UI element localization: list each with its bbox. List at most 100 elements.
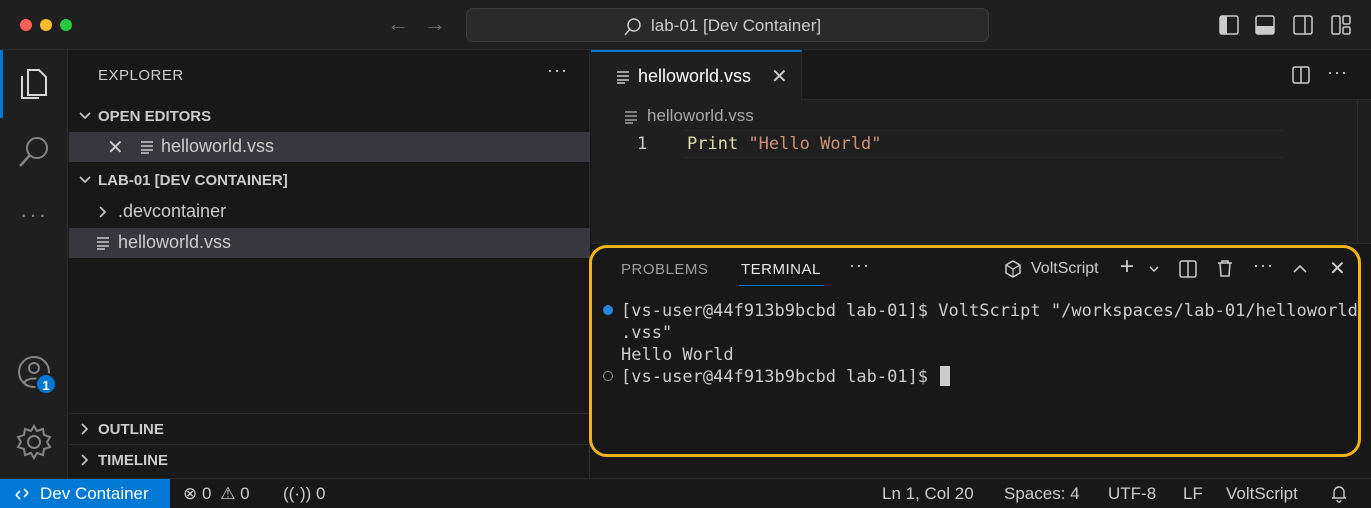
toggle-sidebar-icon[interactable] bbox=[1217, 13, 1241, 37]
ports-status[interactable]: ((·)) 0 bbox=[283, 484, 326, 504]
error-icon: ⊗ bbox=[183, 484, 198, 503]
active-tab-underline bbox=[739, 285, 824, 286]
window-title: lab-01 [Dev Container] bbox=[651, 16, 822, 35]
open-editor-label: helloworld.vss bbox=[161, 136, 275, 156]
code-string: "Hello World" bbox=[748, 134, 882, 154]
language-mode[interactable]: VoltScript bbox=[1226, 484, 1298, 504]
tab-label: helloworld.vss bbox=[638, 66, 752, 86]
active-indicator bbox=[0, 50, 3, 118]
notifications-bell-icon[interactable] bbox=[1330, 485, 1348, 503]
explorer-more-actions-icon[interactable]: ··· bbox=[547, 60, 568, 81]
indentation[interactable]: Spaces: 4 bbox=[1004, 484, 1080, 504]
warning-icon: ⚠ bbox=[220, 484, 236, 503]
maximize-window-button[interactable] bbox=[60, 19, 72, 31]
terminal-output[interactable]: [vs-user@44f913b9bcbd lab-01]$ VoltScrip… bbox=[621, 300, 1358, 388]
timeline-section-header[interactable]: TIMELINE bbox=[69, 447, 590, 475]
toggle-secondary-sidebar-icon[interactable] bbox=[1291, 13, 1315, 37]
terminal-line: [vs-user@44f913b9bcbd lab-01]$ VoltScrip… bbox=[621, 301, 1358, 321]
accounts-badge: 1 bbox=[35, 373, 57, 395]
file-lines-icon bbox=[141, 141, 153, 154]
close-icon[interactable]: ✕ bbox=[107, 135, 124, 160]
toggle-panel-icon[interactable] bbox=[1253, 13, 1277, 37]
panel-actions-more-icon[interactable]: ··· bbox=[1253, 255, 1274, 276]
command-success-dot bbox=[603, 305, 613, 315]
split-editor-icon[interactable] bbox=[1291, 65, 1311, 85]
file-lines-icon bbox=[97, 237, 109, 250]
file-label: helloworld.vss bbox=[118, 232, 232, 252]
chevron-right-icon bbox=[81, 454, 89, 466]
file-lines-icon bbox=[617, 71, 629, 84]
chevron-right-icon bbox=[99, 206, 107, 218]
divider bbox=[69, 444, 590, 445]
activity-bar: ··· 1 bbox=[0, 50, 68, 478]
file-lines-icon bbox=[625, 111, 637, 124]
file-helloworld[interactable]: helloworld.vss bbox=[69, 228, 590, 258]
chevron-right-icon bbox=[81, 423, 89, 435]
minimize-window-button[interactable] bbox=[40, 19, 52, 31]
settings-gear-icon[interactable] bbox=[14, 422, 54, 462]
close-tab-icon[interactable]: ✕ bbox=[771, 64, 788, 89]
terminal-profile-icon bbox=[1005, 260, 1021, 278]
remote-label: Dev Container bbox=[40, 484, 149, 503]
error-count: 0 bbox=[201, 484, 212, 503]
remote-icon bbox=[15, 488, 29, 500]
breadcrumb[interactable]: helloworld.vss bbox=[647, 106, 754, 126]
problems-status[interactable]: ⊗ 0 ⚠ 0 bbox=[183, 484, 250, 504]
tab-problems[interactable]: PROBLEMS bbox=[621, 261, 708, 278]
chevron-down-icon[interactable] bbox=[1148, 263, 1160, 275]
split-terminal-icon[interactable] bbox=[1178, 259, 1198, 279]
status-bar: Dev Container ⊗ 0 ⚠ 0 ((·)) 0 Ln 1, Col … bbox=[0, 478, 1371, 508]
trash-icon[interactable] bbox=[1215, 258, 1235, 278]
back-arrow-icon[interactable]: ← bbox=[387, 12, 409, 36]
command-pending-dot bbox=[603, 371, 613, 381]
code-keyword: Print bbox=[687, 134, 739, 154]
new-terminal-plus-icon[interactable]: + bbox=[1120, 253, 1134, 281]
terminal-name[interactable]: VoltScript bbox=[1031, 260, 1099, 278]
forward-arrow-icon[interactable]: → bbox=[424, 12, 446, 36]
close-window-button[interactable] bbox=[20, 19, 32, 31]
timeline-label: TIMELINE bbox=[98, 452, 168, 469]
explorer-sidebar: EXPLORER ··· OPEN EDITORS ✕ helloworld.v… bbox=[69, 50, 590, 478]
more-views-icon[interactable]: ··· bbox=[14, 202, 54, 242]
title-bar: ← → lab-01 [Dev Container] bbox=[0, 0, 1371, 50]
scrollbar[interactable] bbox=[1357, 100, 1371, 243]
warning-count: 0 bbox=[240, 484, 250, 503]
open-editors-label: OPEN EDITORS bbox=[98, 108, 212, 125]
line-number: 1 bbox=[637, 134, 648, 154]
remote-indicator[interactable]: Dev Container bbox=[0, 479, 170, 508]
folder-label: .devcontainer bbox=[118, 201, 227, 221]
maximize-panel-chevron-up-icon[interactable] bbox=[1291, 260, 1309, 278]
terminal-prompt-line: [vs-user@44f913b9bcbd lab-01]$ bbox=[621, 366, 1358, 388]
workspace-section-header[interactable]: LAB-01 [DEV CONTAINER] bbox=[69, 167, 590, 195]
terminal-cursor bbox=[940, 366, 951, 386]
outline-section-header[interactable]: OUTLINE bbox=[69, 416, 590, 444]
outline-label: OUTLINE bbox=[98, 421, 164, 438]
divider bbox=[69, 413, 590, 414]
end-of-line[interactable]: LF bbox=[1183, 484, 1203, 504]
encoding[interactable]: UTF-8 bbox=[1108, 484, 1156, 504]
code-line[interactable]: Print "Hello World" bbox=[687, 134, 882, 154]
editor-more-actions-icon[interactable]: ··· bbox=[1327, 62, 1348, 83]
broadcast-icon: ((·)) bbox=[283, 484, 312, 503]
editor-tabs: helloworld.vss ✕ ··· bbox=[591, 50, 1371, 101]
search-icon[interactable] bbox=[14, 132, 54, 172]
search-icon bbox=[624, 18, 641, 36]
chevron-down-icon bbox=[79, 176, 91, 184]
panel-more-icon[interactable]: ··· bbox=[849, 255, 870, 276]
workspace-label: LAB-01 [DEV CONTAINER] bbox=[98, 172, 288, 189]
tab-helloworld[interactable]: helloworld.vss ✕ bbox=[591, 50, 802, 101]
customize-layout-icon[interactable] bbox=[1329, 13, 1353, 37]
ports-count: 0 bbox=[316, 484, 326, 503]
explorer-files-icon[interactable] bbox=[14, 64, 54, 104]
close-panel-icon[interactable]: ✕ bbox=[1329, 256, 1346, 281]
explorer-title: EXPLORER bbox=[98, 67, 184, 84]
folder-devcontainer[interactable]: .devcontainer bbox=[69, 197, 590, 227]
open-editor-item[interactable]: ✕ helloworld.vss bbox=[69, 132, 590, 162]
terminal-line: .vss" bbox=[621, 323, 673, 343]
editor-group: helloworld.vss ✕ ··· helloworld.vss 1 Pr… bbox=[591, 50, 1371, 243]
bottom-panel: PROBLEMS TERMINAL ··· VoltScript + ··· ✕… bbox=[591, 243, 1371, 478]
cursor-position[interactable]: Ln 1, Col 20 bbox=[882, 484, 974, 504]
open-editors-section-header[interactable]: OPEN EDITORS bbox=[69, 103, 590, 131]
command-center-search[interactable]: lab-01 [Dev Container] bbox=[466, 8, 989, 42]
tab-terminal[interactable]: TERMINAL bbox=[741, 261, 821, 278]
